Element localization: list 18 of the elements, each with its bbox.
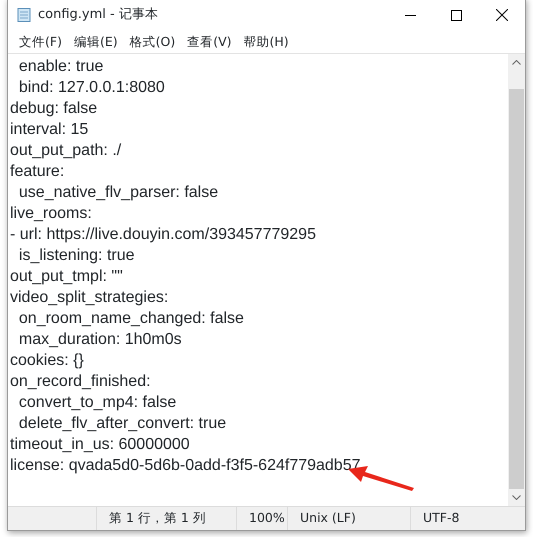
window-title: config.yml - 记事本 [38,6,158,24]
line-ending: Unix (LF) [300,509,356,528]
encoding: UTF-8 [423,509,460,528]
maximize-icon[interactable] [450,10,462,20]
scroll-down-icon[interactable] [512,495,521,500]
text-editor[interactable]: enable: true bind: 127.0.0.1:8080 debug: false interval: 15 out_put_path: ./ feature: use_native_flv_parser: false live_rooms: - url: https://live.douyin.com/393457779295 is_listening: true out_put_tmpl: "" video_split_strategies: on_room_name_changed: false max_duration: 1h0m0s cookies: {} on_record_finished: convert_to_mp4: false delete_flv_after_convert: true timeout_in_us: 60000000 license: qvada5d0-5d6b-0add-f3f5-624f779adb57 [8,54,508,506]
menu-item[interactable]: 格式(O) [124,32,182,52]
notepad-icon [16,7,32,23]
menu-item[interactable]: 编辑(E) [68,32,124,52]
menu-item[interactable]: 查看(V) [181,32,238,52]
scrollbar-thumb[interactable] [509,89,524,489]
vertical-scrollbar[interactable] [508,54,525,506]
zoom-level: 100% [249,509,285,528]
close-icon[interactable] [496,9,508,21]
scroll-up-icon[interactable] [512,60,521,65]
menu-item[interactable]: 文件(F) [13,32,68,52]
menu-item[interactable]: 帮助(H) [238,32,295,52]
cursor-position: 第 1 行，第 1 列 [109,509,206,528]
